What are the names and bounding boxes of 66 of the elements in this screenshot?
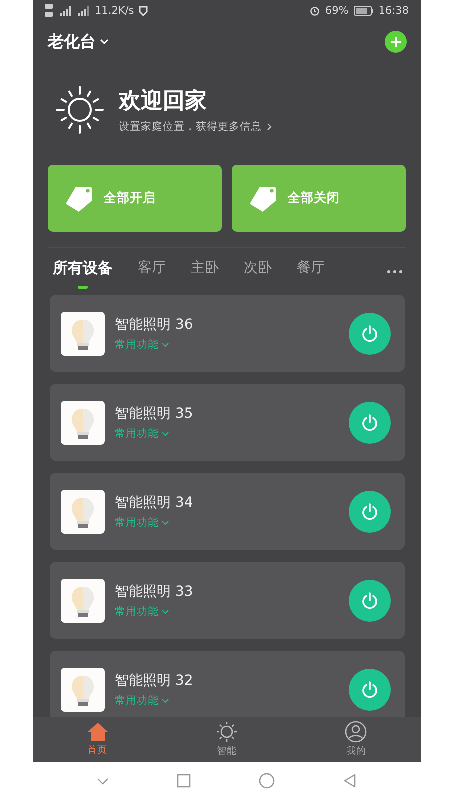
location-link[interactable]: 设置家庭位置，获得更多信息 [119, 120, 272, 134]
chevron-down-icon [162, 610, 169, 614]
power-icon [361, 502, 379, 520]
power-icon [361, 324, 379, 342]
network-speed: 11.2K/s [95, 5, 134, 17]
action-button[interactable]: 全部关闭 [232, 165, 406, 232]
signal-icon [77, 6, 90, 16]
power-button[interactable] [349, 312, 391, 354]
action-button[interactable]: 全部开启 [48, 165, 222, 232]
chevron-down-icon [162, 342, 169, 348]
quick-functions-dropdown[interactable]: 常用功能 [115, 694, 169, 708]
power-icon [361, 680, 379, 698]
home-icon [86, 722, 109, 742]
battery-icon [354, 6, 374, 16]
power-button[interactable] [349, 668, 391, 710]
power-button[interactable] [349, 402, 391, 444]
device-card[interactable]: 智能照明 35 常用功能 [50, 384, 405, 461]
sun-icon [55, 85, 105, 135]
chevron-down-icon [162, 520, 169, 526]
device-name: 智能照明 32 [115, 672, 194, 690]
device-name: 智能照明 35 [115, 405, 194, 423]
quick-functions-dropdown[interactable]: 常用功能 [115, 605, 169, 619]
room-tab[interactable]: 次卧 [244, 248, 272, 288]
power-icon [361, 414, 379, 432]
more-icon[interactable] [387, 270, 403, 274]
alarm-icon [310, 6, 320, 16]
shield-icon [139, 6, 148, 16]
tag-icon [248, 184, 278, 212]
device-name: 智能照明 36 [115, 316, 194, 334]
sun-icon [216, 721, 238, 743]
chevron-down-icon [162, 432, 169, 436]
device-card[interactable]: 智能照明 36 常用功能 [50, 295, 405, 372]
chevron-down-icon [162, 698, 169, 704]
power-icon [361, 592, 379, 610]
tag-icon [64, 184, 94, 212]
home-selector[interactable]: 老化台 [48, 32, 109, 52]
chevron-right-icon [267, 123, 272, 131]
welcome-title: 欢迎回家 [119, 88, 208, 116]
plus-icon [390, 36, 402, 48]
device-name: 智能照明 34 [115, 494, 194, 512]
nav-tab[interactable]: 智能 [162, 717, 292, 762]
clock: 16:38 [378, 5, 409, 17]
user-icon [345, 721, 368, 743]
quick-functions-dropdown[interactable]: 常用功能 [115, 516, 169, 530]
quick-functions-dropdown[interactable]: 常用功能 [115, 427, 169, 441]
power-button[interactable] [349, 490, 391, 532]
signal-icon [59, 6, 72, 16]
device-card[interactable]: 智能照明 34 常用功能 [50, 473, 405, 550]
device-card[interactable]: 智能照明 33 常用功能 [50, 562, 405, 639]
battery-level: 69% [325, 5, 349, 17]
device-card[interactable]: 智能照明 32 常用功能 [50, 651, 405, 717]
back-icon[interactable] [343, 774, 357, 788]
add-button[interactable] [385, 31, 407, 53]
home-icon[interactable] [259, 773, 275, 789]
room-tab[interactable]: 主卧 [191, 248, 219, 288]
recents-icon[interactable] [177, 774, 191, 788]
room-tab[interactable]: 餐厅 [297, 248, 325, 288]
nav-tab[interactable]: 我的 [292, 717, 421, 762]
chevron-down-icon[interactable] [97, 778, 109, 784]
quick-functions-dropdown[interactable]: 常用功能 [115, 338, 169, 352]
device-name: 智能照明 33 [115, 583, 194, 601]
power-button[interactable] [349, 580, 391, 622]
nav-tab[interactable]: 首页 [33, 717, 162, 762]
chevron-down-icon [100, 39, 109, 45]
room-tab[interactable]: 所有设备 [53, 248, 113, 288]
room-tab[interactable]: 客厅 [138, 248, 166, 288]
